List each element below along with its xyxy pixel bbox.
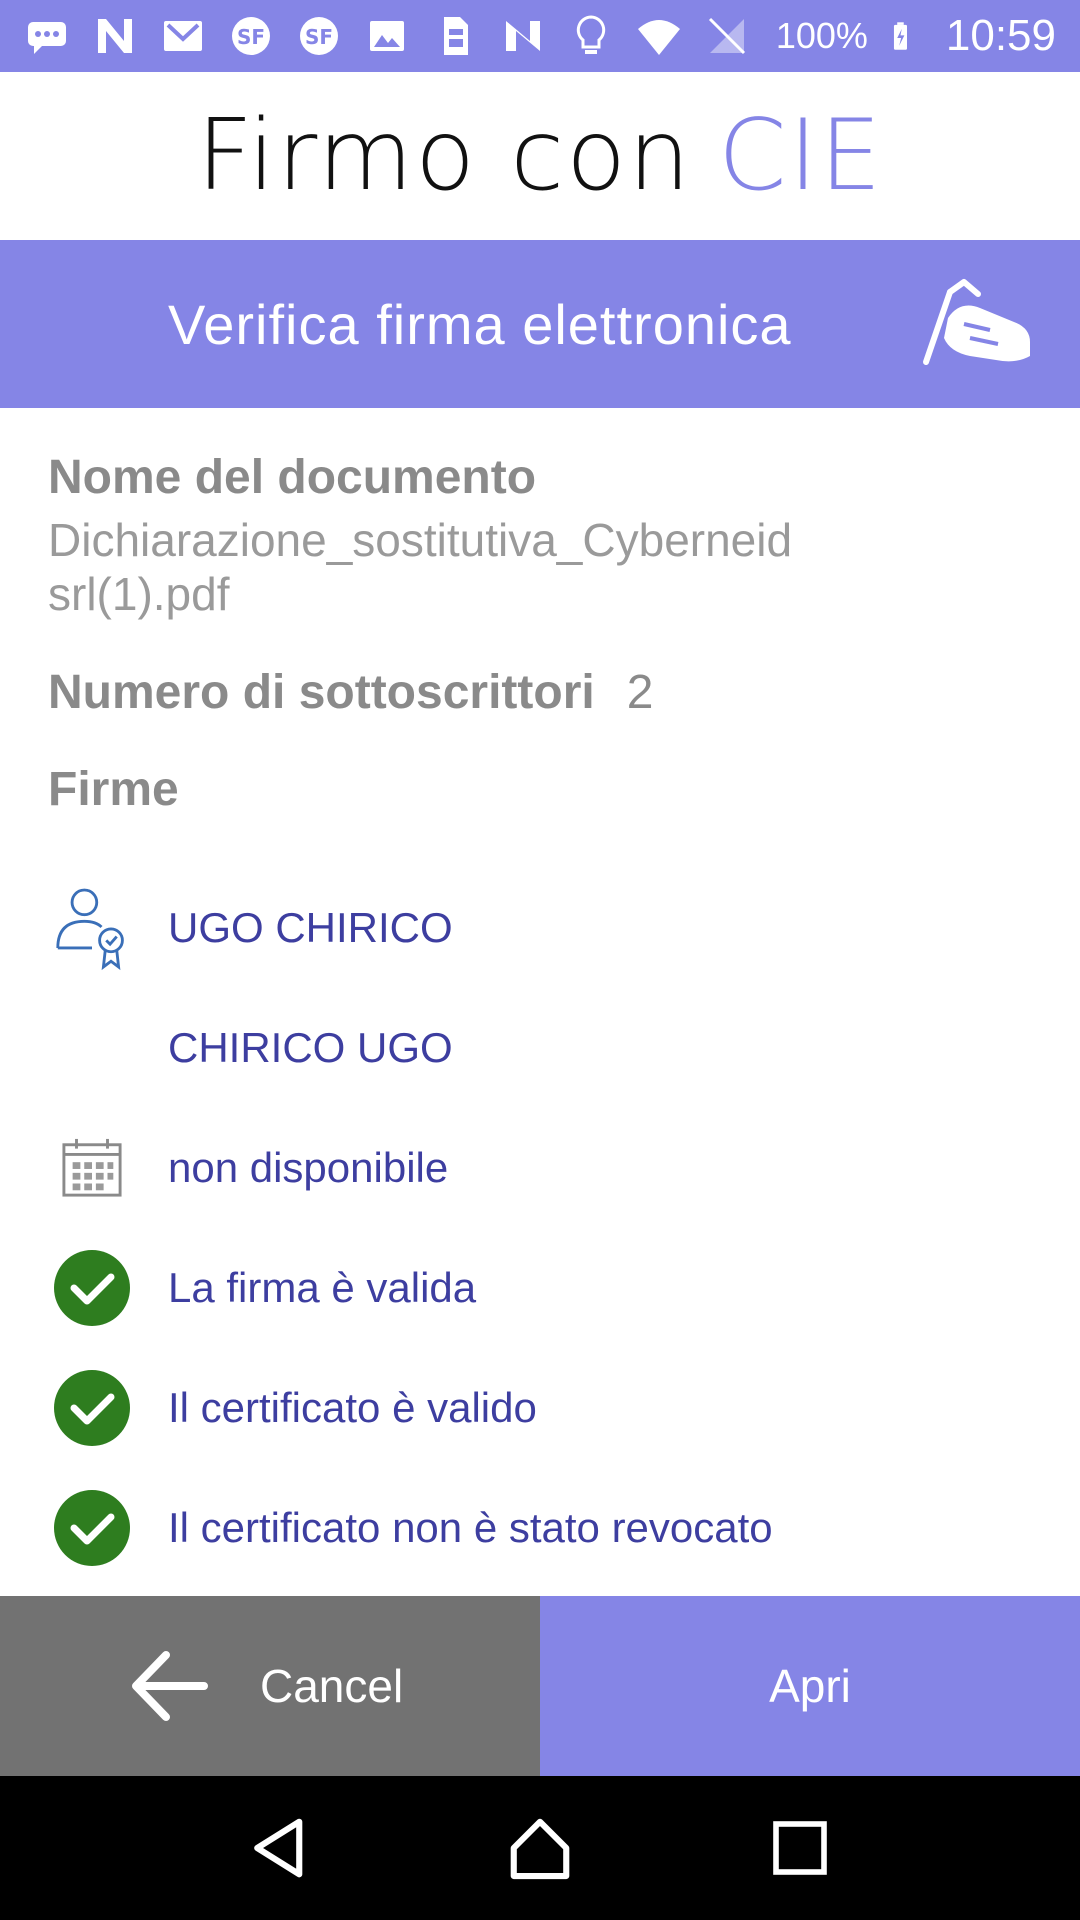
- clock: 10:59: [945, 11, 1056, 60]
- svg-text:SF: SF: [237, 25, 265, 49]
- check-certificate-valid: Il certificato è valido: [168, 1384, 537, 1431]
- arrow-left-icon: [132, 1651, 208, 1721]
- signer-name: UGO CHIRICO: [168, 904, 453, 951]
- check-certificate-not-revoked: Il certificato non è stato revocato: [168, 1504, 773, 1551]
- notification-icons: SF SF: [24, 13, 750, 59]
- status-bar: SF SF 100% 10:59: [0, 0, 1080, 72]
- check-circle-icon: [52, 1488, 132, 1568]
- check-row: La firma è valida: [0, 1228, 1080, 1348]
- recents-nav-button[interactable]: [760, 1808, 840, 1888]
- cancel-label: Cancel: [260, 1660, 404, 1712]
- signature-details: UGO CHIRICO CHIRICO UGO non disponibile …: [0, 868, 1080, 1588]
- logo-accent-text: CIE: [718, 99, 884, 213]
- document-info: Nome del documento Dichiarazione_sostitu…: [48, 450, 1038, 817]
- check-row: Il certificato non è stato revocato: [0, 1468, 1080, 1588]
- home-icon: [510, 1818, 570, 1880]
- image-icon: [364, 13, 410, 59]
- sf-icon: SF: [296, 13, 342, 59]
- signatures-label: Firme: [48, 763, 179, 816]
- signers-count: 2: [626, 666, 654, 719]
- n-app-icon: [500, 13, 546, 59]
- open-button[interactable]: Apri: [540, 1596, 1080, 1776]
- battery-charging-icon: [884, 13, 930, 59]
- wifi-icon: [636, 13, 682, 59]
- action-bar: Cancel Apri: [0, 1596, 1080, 1776]
- battery-percent: 100%: [775, 15, 868, 56]
- page-banner: Verifica firma elettronica: [0, 240, 1080, 408]
- no-signal-icon: [704, 13, 750, 59]
- date-row: non disponibile: [0, 1108, 1080, 1228]
- check-circle-icon: [52, 1248, 132, 1328]
- back-triangle-icon: [254, 1818, 303, 1878]
- check-signature-valid: La firma è valida: [168, 1264, 477, 1311]
- sf-icon: SF: [228, 13, 274, 59]
- signature-date: non disponibile: [168, 1144, 449, 1191]
- cancel-button[interactable]: Cancel: [0, 1596, 540, 1776]
- home-nav-button[interactable]: [500, 1808, 580, 1888]
- signers-label: Numero di sottoscrittori: [48, 666, 595, 719]
- signers-row: Numero di sottoscrittori 2: [48, 665, 1038, 720]
- signer-common-name: CHIRICO UGO: [168, 1024, 453, 1071]
- signer-cn-row: CHIRICO UGO: [0, 988, 1080, 1108]
- calendar-icon: [52, 1128, 132, 1208]
- signer-row: UGO CHIRICO: [0, 868, 1080, 988]
- n-app-icon: [92, 13, 138, 59]
- status-right: 100% 10:59: [776, 11, 1056, 61]
- system-nav-bar: [0, 1776, 1080, 1920]
- bulb-icon: [568, 13, 614, 59]
- app-header: Firmo con CIE: [0, 72, 1080, 240]
- app-logo: Firmo con CIE: [197, 99, 884, 213]
- mail-icon: [160, 13, 206, 59]
- check-row: Il certificato è valido: [0, 1348, 1080, 1468]
- back-nav-button[interactable]: [240, 1808, 320, 1888]
- signing-hand-icon: [923, 279, 1030, 365]
- chat-icon: [24, 13, 70, 59]
- document-name-label: Nome del documento: [48, 451, 537, 504]
- recents-square-icon: [773, 1821, 827, 1875]
- page-title: Verifica firma elettronica: [168, 292, 792, 356]
- check-circle-icon: [52, 1368, 132, 1448]
- open-label: Apri: [769, 1660, 851, 1712]
- user-certificate-icon: [52, 888, 132, 971]
- logo-text: Firmo con: [196, 99, 693, 213]
- document-name-value: Dichiarazione_sostitutiva_Cyberneid srl(…: [48, 514, 793, 620]
- sim-icon: [432, 13, 478, 59]
- svg-text:SF: SF: [305, 25, 333, 49]
